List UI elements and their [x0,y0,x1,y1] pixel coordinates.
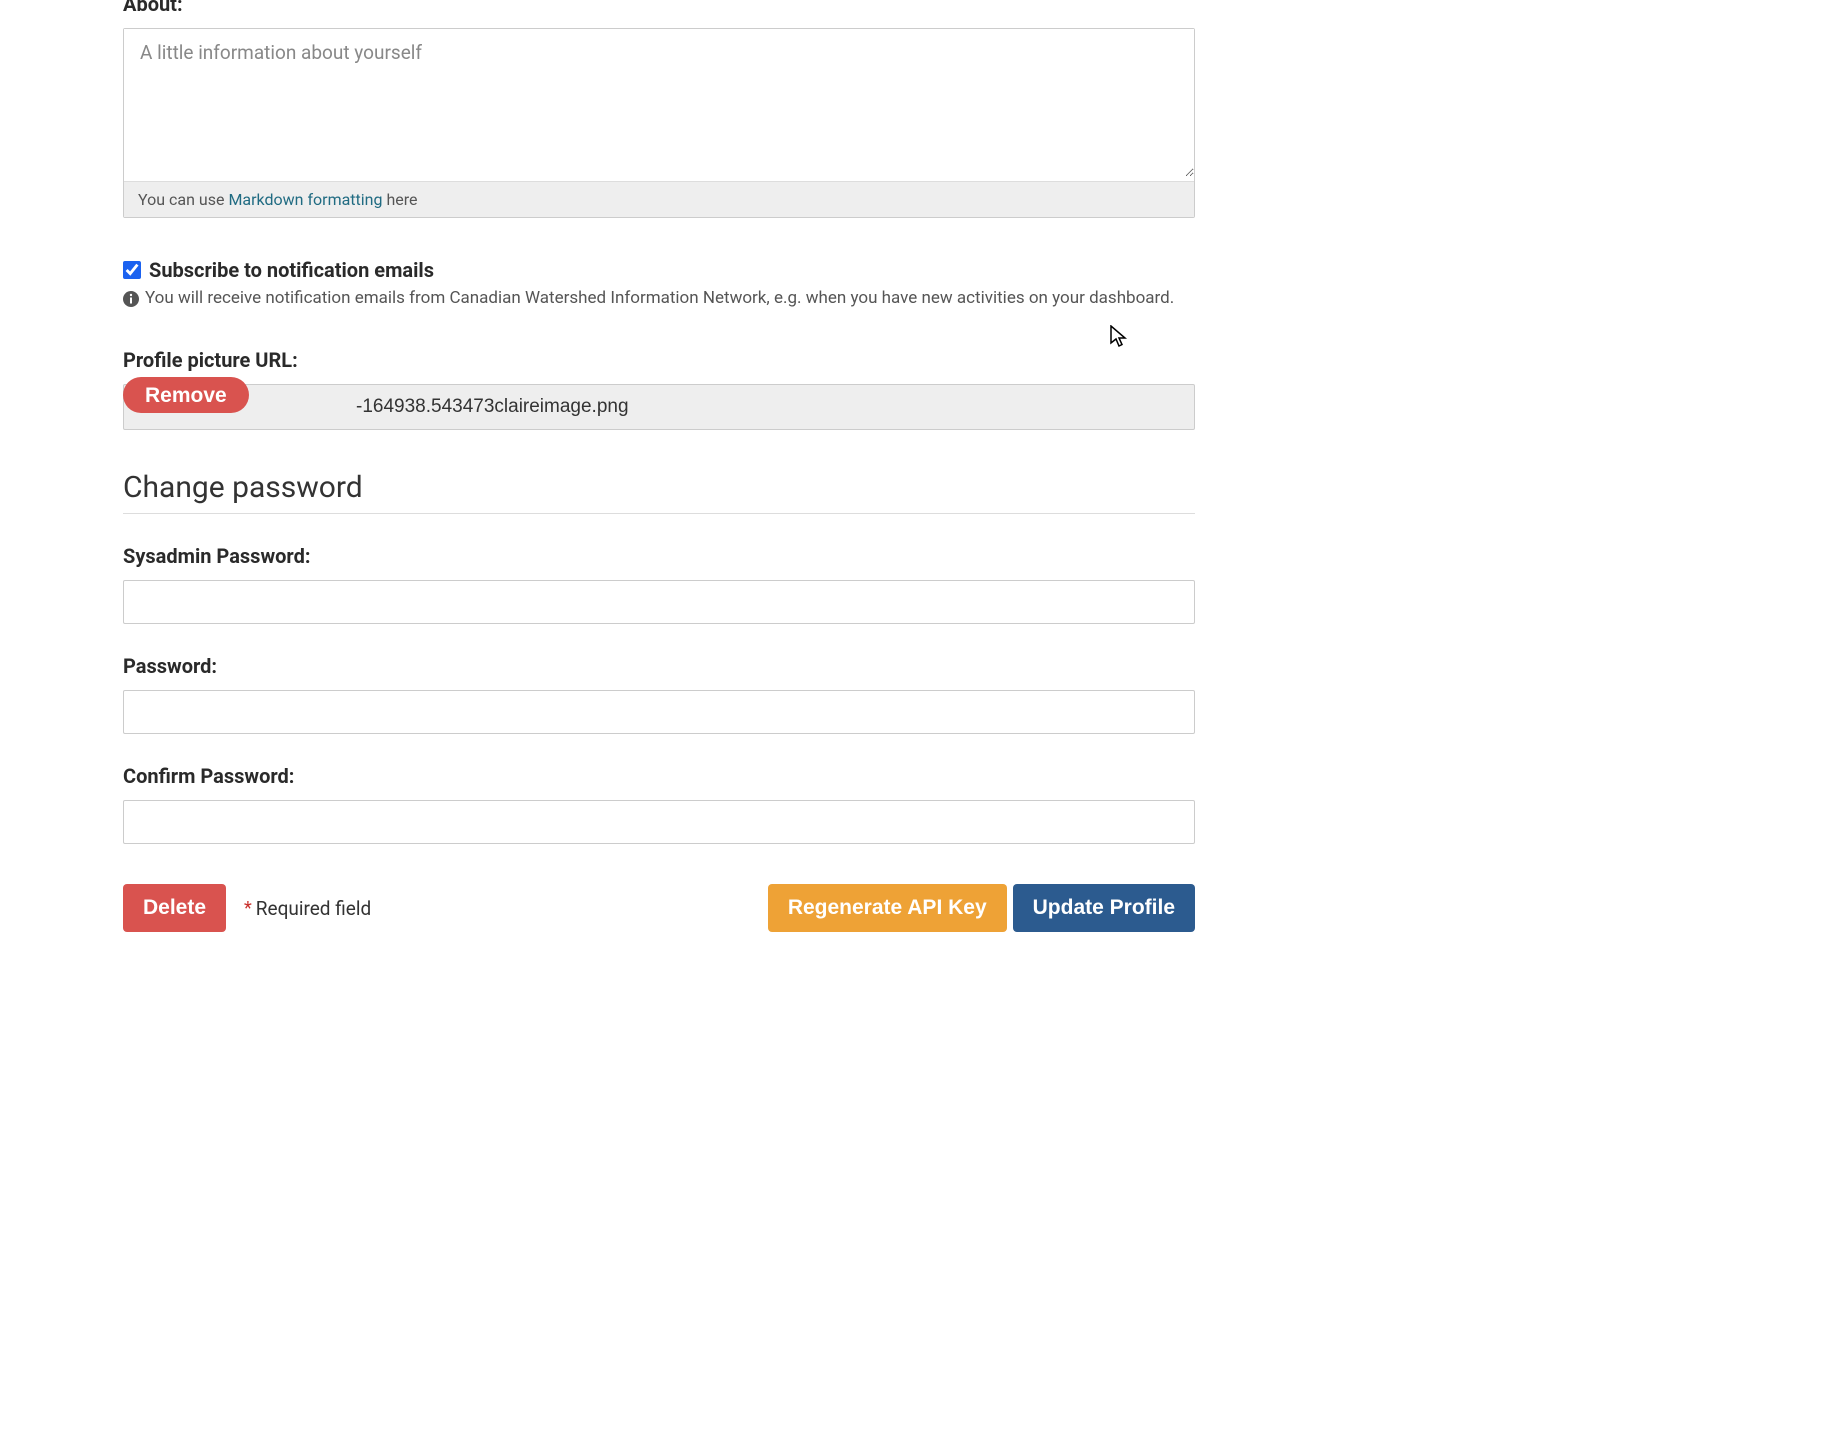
required-text: Required field [256,897,371,920]
right-actions: Regenerate API Key Update Profile [768,884,1195,932]
confirm-password-input[interactable] [123,800,1195,844]
about-label: About: [123,0,1195,16]
sysadmin-password-label: Sysadmin Password: [123,544,1195,568]
regenerate-api-key-button[interactable]: Regenerate API Key [768,884,1007,932]
actions-row: Delete * Required field Regenerate API K… [123,884,1195,932]
password-input[interactable] [123,690,1195,734]
confirm-password-group: Confirm Password: [123,764,1195,844]
subscribe-checkbox[interactable] [123,261,141,279]
about-textarea-wrap: You can use Markdown formatting here [123,28,1195,218]
required-note: * Required field [244,897,371,920]
info-icon [123,291,139,307]
change-password-heading: Change password [123,470,1195,514]
password-label: Password: [123,654,1195,678]
sysadmin-password-group: Sysadmin Password: [123,544,1195,624]
delete-button[interactable]: Delete [123,884,226,932]
subscribe-info-row: You will receive notification emails fro… [123,288,1195,308]
about-textarea[interactable] [124,29,1194,177]
sysadmin-password-input[interactable] [123,580,1195,624]
profile-picture-label: Profile picture URL: [123,348,1195,372]
required-asterisk: * [244,898,252,919]
help-suffix: here [382,190,417,209]
subscribe-info-text: You will receive notification emails fro… [145,288,1174,308]
subscribe-label: Subscribe to notification emails [149,258,434,282]
profile-picture-url-input[interactable] [123,384,1195,430]
remove-button[interactable]: Remove [123,377,249,413]
subscribe-row: Subscribe to notification emails [123,258,1195,282]
confirm-password-label: Confirm Password: [123,764,1195,788]
about-help-bar: You can use Markdown formatting here [124,181,1194,217]
profile-picture-row: Remove [123,384,1195,430]
password-group: Password: [123,654,1195,734]
help-prefix: You can use [138,190,228,209]
markdown-link[interactable]: Markdown formatting [228,190,382,209]
update-profile-button[interactable]: Update Profile [1013,884,1195,932]
